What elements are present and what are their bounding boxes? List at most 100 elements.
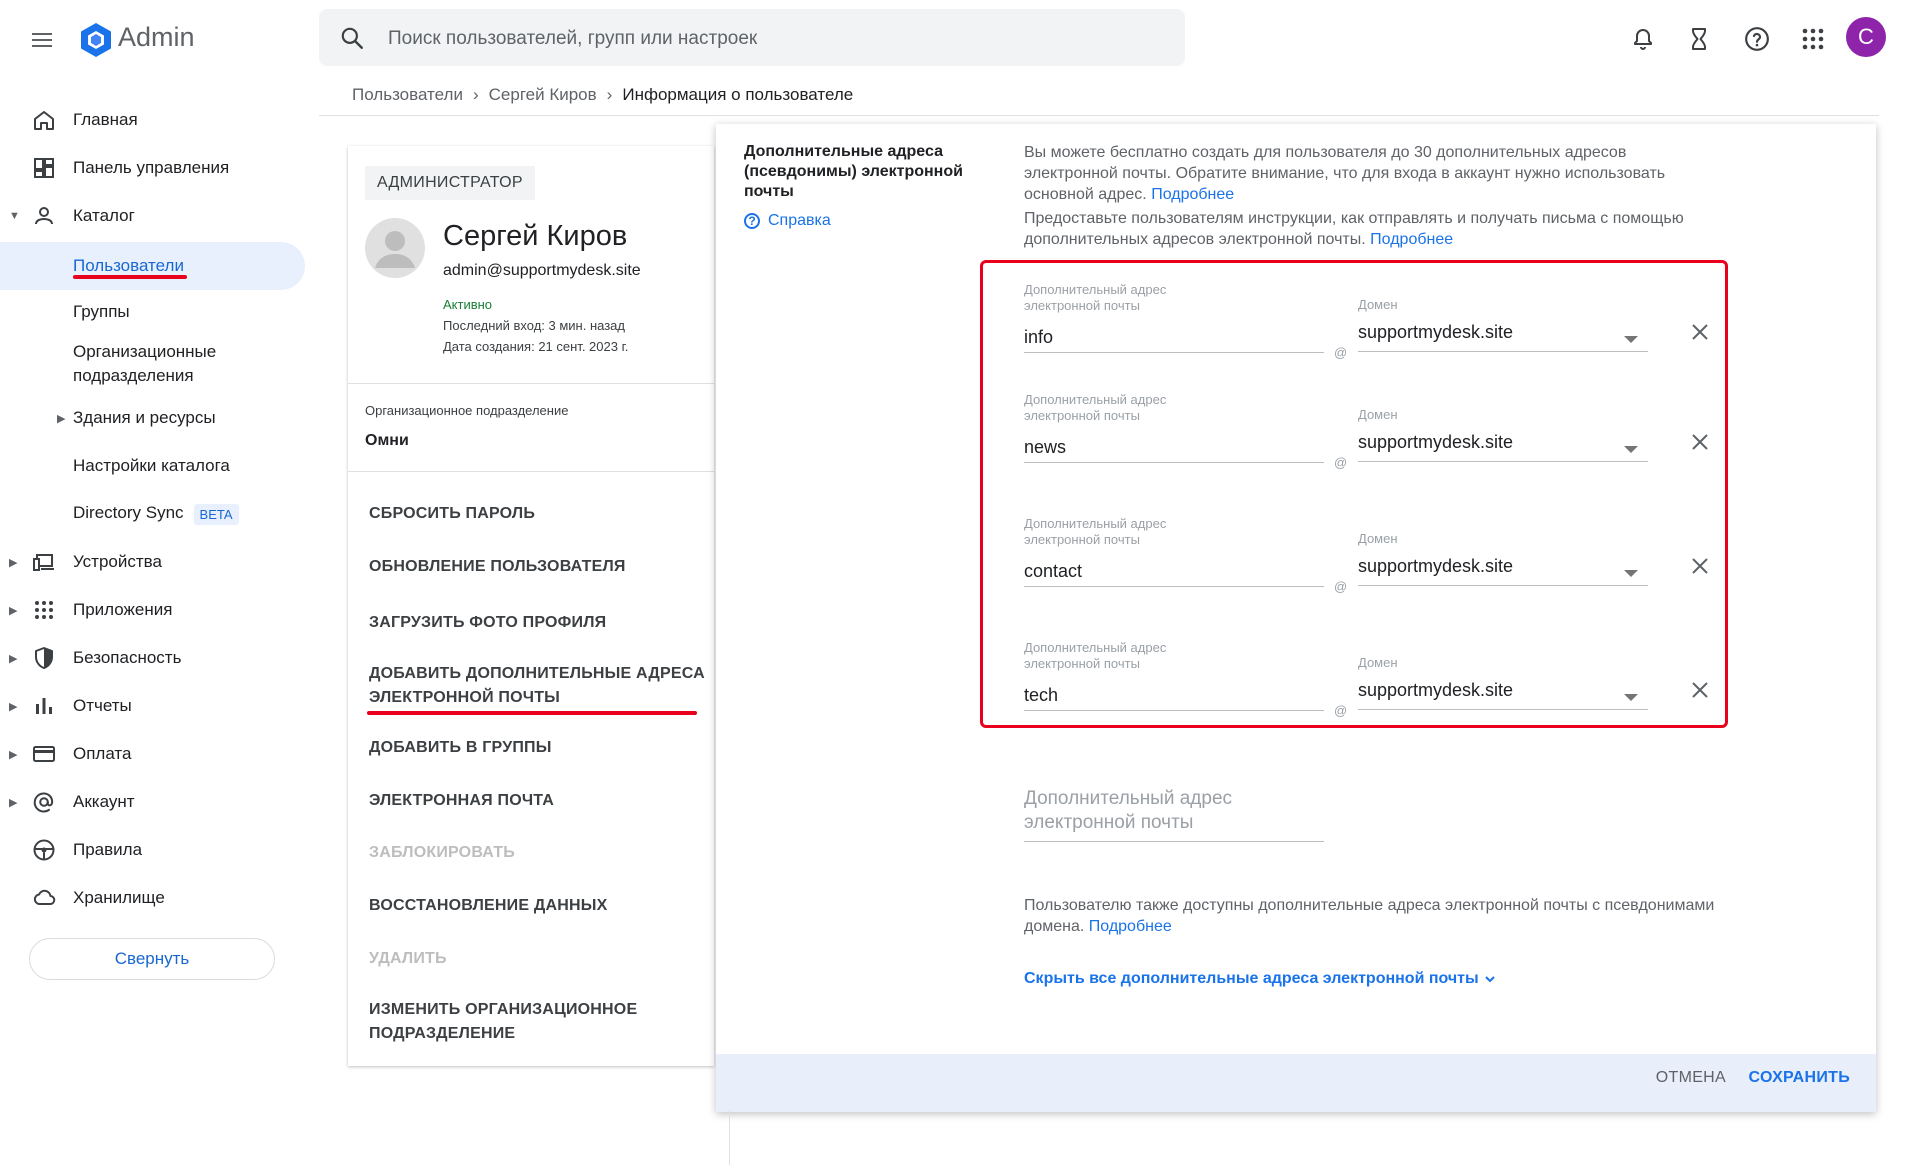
search-bar[interactable] — [319, 9, 1185, 68]
caret-right-icon: ▶ — [9, 700, 18, 713]
caret-right-icon: ▶ — [9, 556, 18, 569]
save-button[interactable]: СОХРАНИТЬ — [1742, 1068, 1856, 1088]
sidebar-item-org-units[interactable]: Организационные подразделения — [0, 336, 305, 392]
sidebar-item-directory-settings[interactable]: Настройки каталога — [0, 444, 305, 488]
alias-row: Дополнительный адрес электронной почты @… — [1024, 392, 1724, 502]
info-text: Вы можете бесплатно создать для пользова… — [1024, 144, 1666, 203]
bell-icon — [1634, 29, 1652, 50]
close-icon — [1692, 558, 1708, 574]
app-title[interactable]: Admin — [118, 22, 195, 53]
upload-photo-action[interactable]: ЗАГРУЗИТЬ ФОТО ПРОФИЛЯ — [369, 611, 709, 635]
more-link[interactable]: Подробнее — [1370, 231, 1453, 248]
search-icon[interactable] — [339, 25, 365, 51]
more-link[interactable]: Подробнее — [1089, 918, 1172, 935]
domain-select[interactable]: supportmydesk.site — [1358, 676, 1648, 710]
section-title: Дополнительные адреса (псевдонимы) элект… — [744, 143, 963, 200]
sidebar-item-directory[interactable]: ▼ Каталог — [0, 194, 305, 238]
sidebar-item-apps[interactable]: ▶ Приложения — [0, 588, 305, 632]
devices-icon — [33, 554, 54, 571]
cancel-button[interactable]: ОТМЕНА — [1650, 1068, 1732, 1088]
more-link[interactable]: Подробнее — [1151, 186, 1234, 203]
dialog-footer: ОТМЕНА СОХРАНИТЬ — [716, 1054, 1876, 1112]
email-action[interactable]: ЭЛЕКТРОННАЯ ПОЧТА — [369, 789, 709, 813]
help-button[interactable] — [1739, 21, 1775, 57]
sidebar-item-label: Пользователи — [73, 256, 184, 275]
hide-aliases-link[interactable]: Скрыть все дополнительные адреса электро… — [1024, 970, 1497, 988]
divider — [319, 115, 1879, 116]
sidebar-item-users[interactable]: Пользователи — [0, 242, 305, 290]
caret-right-icon: ▶ — [9, 796, 18, 809]
domain-select[interactable]: supportmydesk.site — [1358, 428, 1648, 462]
sidebar-item-storage[interactable]: Хранилище — [0, 876, 305, 920]
domain-select[interactable]: supportmydesk.site — [1358, 318, 1648, 352]
at-sign: @ — [1334, 703, 1348, 718]
sidebar-item-dashboard[interactable]: Панель управления — [0, 146, 305, 190]
sidebar-item-billing[interactable]: ▶ Оплата — [0, 732, 305, 776]
sidebar-item-rules[interactable]: Правила — [0, 828, 305, 872]
sidebar-item-home[interactable]: Главная — [0, 98, 305, 142]
account-avatar[interactable]: C — [1846, 17, 1886, 57]
dropdown-arrow-icon — [1624, 570, 1638, 577]
apps-launcher-button[interactable] — [1795, 21, 1831, 57]
sidebar-item-devices[interactable]: ▶ Устройства — [0, 540, 305, 584]
alias-input[interactable] — [1024, 432, 1324, 463]
help-link[interactable]: ? Справка — [744, 212, 831, 230]
sidebar-item-label: Оплата — [73, 744, 132, 763]
user-photo[interactable] — [365, 218, 425, 278]
domain-label: Домен — [1358, 655, 1398, 670]
last-login: Последний вход: 3 мин. назад — [443, 318, 625, 333]
caret-down-icon: ▼ — [9, 210, 20, 222]
sidebar-item-label: Настройки каталога — [73, 456, 230, 475]
sidebar-item-directory-sync[interactable]: Directory Sync BETA — [0, 492, 305, 536]
created-date: Дата создания: 21 сент. 2023 г. — [443, 339, 629, 354]
at-sign: @ — [1334, 579, 1348, 594]
sidebar-item-label: Аккаунт — [73, 792, 135, 811]
sidebar-item-reports[interactable]: ▶ Отчеты — [0, 684, 305, 728]
restore-data-action[interactable]: ВОССТАНОВЛЕНИЕ ДАННЫХ — [369, 894, 709, 918]
sidebar-item-buildings[interactable]: ▶ Здания и ресурсы — [0, 396, 305, 440]
top-app-bar: Admin C — [0, 0, 1906, 78]
domain-value: supportmydesk.site — [1358, 322, 1514, 342]
chevron-right-icon: › — [472, 85, 479, 104]
sidebar-item-security[interactable]: ▶ Безопасность — [0, 636, 305, 680]
highlight-underline — [367, 711, 697, 715]
reset-password-action[interactable]: СБРОСИТЬ ПАРОЛЬ — [369, 502, 709, 526]
collapse-sidebar-button[interactable]: Свернуть — [29, 938, 275, 980]
hide-aliases-label: Скрыть все дополнительные адреса электро… — [1024, 970, 1479, 987]
alias-dialog: Дополнительные адреса (псевдонимы) элект… — [716, 124, 1876, 1112]
alias-input[interactable] — [1024, 680, 1324, 711]
user-email: admin@supportmydesk.site — [443, 262, 641, 279]
default-avatar-icon — [375, 231, 415, 268]
main-menu-button[interactable] — [24, 22, 60, 58]
notifications-button[interactable] — [1625, 21, 1661, 57]
sidebar-item-groups[interactable]: Группы — [0, 290, 305, 334]
steering-wheel-icon — [33, 839, 55, 861]
alias-input[interactable] — [1024, 322, 1324, 353]
dropdown-arrow-icon — [1624, 336, 1638, 343]
caret-right-icon: ▶ — [9, 652, 18, 665]
new-alias-input[interactable]: Дополнительный адрес электронной почты — [1024, 787, 1324, 842]
admin-logo-icon[interactable] — [76, 20, 116, 60]
at-sign: @ — [1334, 345, 1348, 360]
user-info-card: АДМИНИСТРАТОР Сергей Киров admin@support… — [348, 146, 714, 1066]
update-user-action[interactable]: ОБНОВЛЕНИЕ ПОЛЬЗОВАТЕЛЯ — [369, 555, 709, 579]
breadcrumb-user-name[interactable]: Сергей Киров — [489, 85, 597, 105]
remove-alias-button[interactable] — [1686, 552, 1714, 580]
info-text-instructions: Предоставьте пользователям инструкции, к… — [1024, 208, 1724, 250]
alias-label: Дополнительный адрес электронной почты — [1024, 516, 1167, 547]
add-aliases-action[interactable]: ДОБАВИТЬ ДОПОЛНИТЕЛЬНЫЕ АДРЕСА ЭЛЕКТРОНН… — [369, 662, 709, 710]
tasks-button[interactable] — [1681, 21, 1717, 57]
remove-alias-button[interactable] — [1686, 428, 1714, 456]
breadcrumb-users[interactable]: Пользователи — [352, 85, 463, 105]
alias-input[interactable] — [1024, 556, 1324, 587]
domain-select[interactable]: supportmydesk.site — [1358, 552, 1648, 586]
search-input[interactable] — [386, 9, 1170, 68]
remove-alias-button[interactable] — [1686, 318, 1714, 346]
remove-alias-button[interactable] — [1686, 676, 1714, 704]
close-icon — [1692, 434, 1708, 450]
domain-label: Домен — [1358, 297, 1398, 312]
add-to-groups-action[interactable]: ДОБАВИТЬ В ГРУППЫ — [369, 736, 709, 760]
divider — [348, 383, 714, 384]
sidebar-item-account[interactable]: ▶ Аккаунт — [0, 780, 305, 824]
change-org-unit-action[interactable]: ИЗМЕНИТЬ ОРГАНИЗАЦИОННОЕ ПОДРАЗДЕЛЕНИЕ — [369, 998, 709, 1046]
